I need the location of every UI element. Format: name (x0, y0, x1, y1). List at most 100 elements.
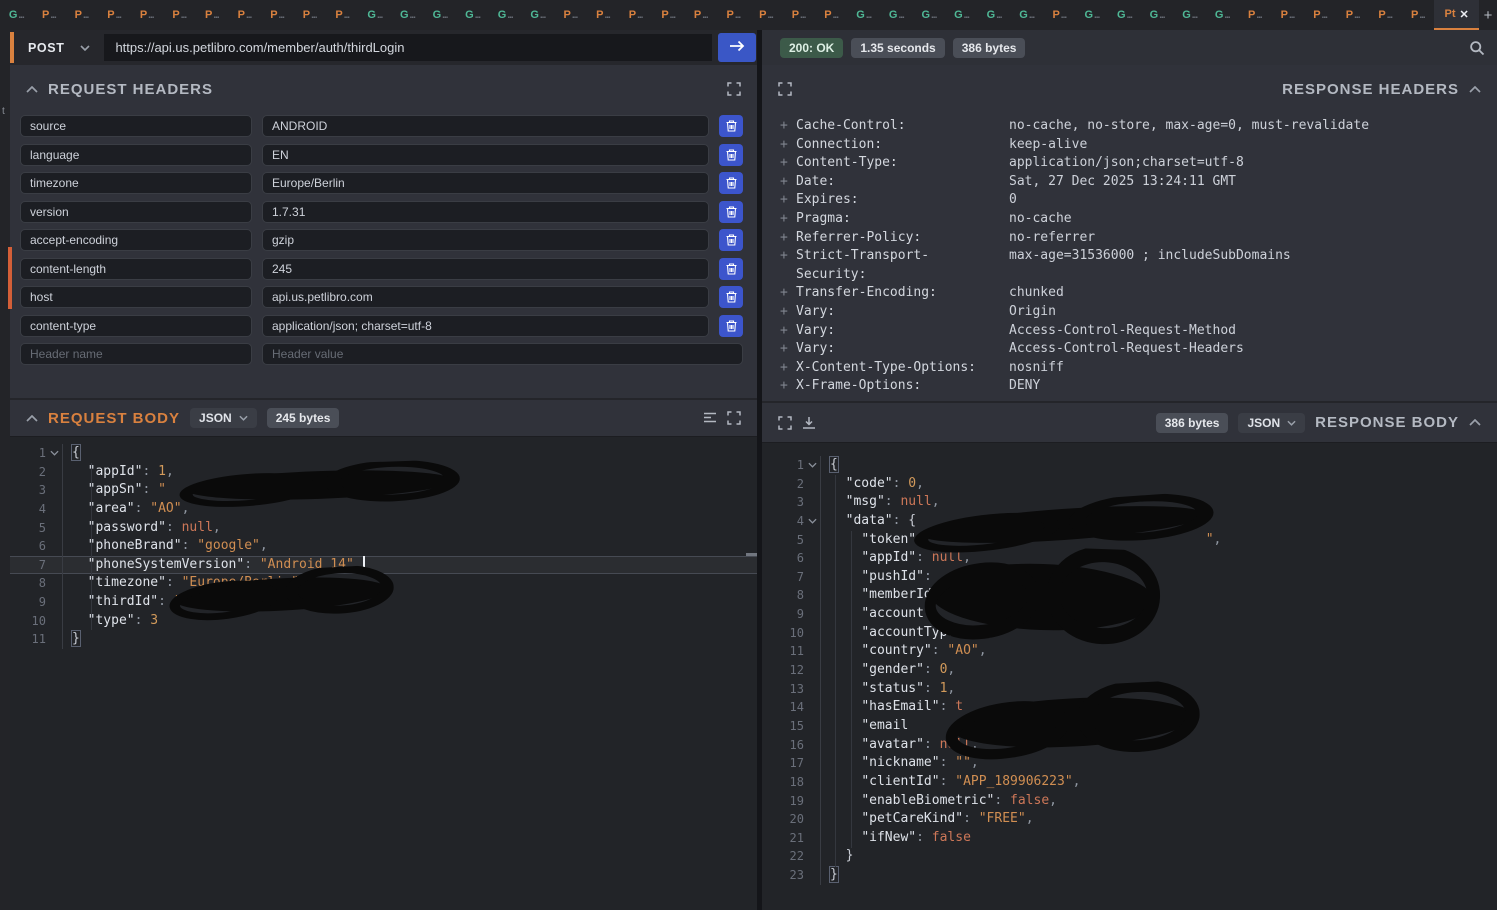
search-icon[interactable] (1469, 40, 1485, 56)
body-format-select[interactable]: JSON (190, 408, 257, 428)
expand-header-icon[interactable]: + (780, 247, 796, 284)
expand-header-icon[interactable]: + (780, 136, 796, 155)
download-body-icon[interactable] (802, 416, 816, 430)
request-tab-get[interactable]: G... (1108, 0, 1141, 30)
expand-header-icon[interactable]: + (780, 210, 796, 229)
request-tab-get[interactable]: G... (424, 0, 457, 30)
request-tab-post[interactable]: P... (326, 0, 359, 30)
header-name-input[interactable] (20, 115, 252, 137)
request-tab-get[interactable]: G... (847, 0, 880, 30)
request-tab-get[interactable]: G... (0, 0, 33, 30)
collapse-section-icon[interactable] (26, 86, 38, 93)
expand-header-icon[interactable]: + (780, 303, 796, 322)
format-body-icon[interactable] (703, 412, 717, 424)
request-tab-get[interactable]: G... (522, 0, 555, 30)
request-tab-post[interactable]: P... (750, 0, 783, 30)
request-tab-post[interactable]: P... (587, 0, 620, 30)
collapse-section-icon[interactable] (26, 415, 38, 422)
request-tab-get[interactable]: G... (1206, 0, 1239, 30)
request-tab-post[interactable]: P... (1369, 0, 1402, 30)
request-tab-get[interactable]: G... (945, 0, 978, 30)
request-tab-post[interactable]: P... (1402, 0, 1435, 30)
fold-chevron-icon[interactable] (804, 518, 820, 524)
delete-header-button[interactable] (719, 258, 743, 280)
request-tab-post[interactable]: P... (652, 0, 685, 30)
delete-header-button[interactable] (719, 115, 743, 137)
request-tab-active[interactable]: Pt✕ (1434, 0, 1479, 30)
request-tab-post[interactable]: P... (33, 0, 66, 30)
expand-header-icon[interactable]: + (780, 284, 796, 303)
header-name-input[interactable] (20, 258, 252, 280)
request-tab-get[interactable]: G... (880, 0, 913, 30)
method-selector[interactable]: POST (16, 41, 104, 55)
request-tab-get[interactable]: G... (1141, 0, 1174, 30)
body-format-select[interactable]: JSON (1238, 413, 1305, 433)
request-tab-get[interactable]: G... (489, 0, 522, 30)
expand-header-icon[interactable]: + (780, 154, 796, 173)
header-name-input[interactable] (20, 172, 252, 194)
editor-scrollbar[interactable] (746, 553, 757, 556)
request-tab-post[interactable]: P... (163, 0, 196, 30)
request-tab-post[interactable]: P... (684, 0, 717, 30)
request-tab-get[interactable]: G... (1173, 0, 1206, 30)
request-tab-post[interactable]: P... (130, 0, 163, 30)
request-tab-post[interactable]: P... (782, 0, 815, 30)
header-value-input[interactable] (262, 172, 709, 194)
delete-header-button[interactable] (719, 144, 743, 166)
expand-header-icon[interactable]: + (780, 359, 796, 378)
header-name-input[interactable] (20, 315, 252, 337)
send-request-button[interactable] (718, 33, 756, 62)
delete-header-button[interactable] (719, 201, 743, 223)
delete-header-button[interactable] (719, 229, 743, 251)
request-tab-post[interactable]: P... (293, 0, 326, 30)
expand-fullscreen-icon[interactable] (727, 82, 741, 96)
request-tab-post[interactable]: P... (1239, 0, 1272, 30)
close-tab-icon[interactable]: ✕ (1460, 8, 1469, 21)
request-tab-get[interactable]: G... (391, 0, 424, 30)
header-value-input[interactable] (262, 315, 709, 337)
expand-header-icon[interactable]: + (780, 377, 796, 396)
collapse-section-icon[interactable] (1469, 86, 1481, 93)
url-input[interactable] (104, 34, 712, 61)
expand-fullscreen-icon[interactable] (727, 411, 741, 425)
request-tab-get[interactable]: G... (978, 0, 1011, 30)
delete-header-button[interactable] (719, 172, 743, 194)
expand-header-icon[interactable]: + (780, 173, 796, 192)
request-tab-get[interactable]: G... (359, 0, 392, 30)
header-name-input[interactable] (20, 229, 252, 251)
request-tab-post[interactable]: P... (261, 0, 294, 30)
header-value-input[interactable] (262, 343, 743, 365)
request-tab-post[interactable]: P... (196, 0, 229, 30)
expand-fullscreen-icon[interactable] (778, 416, 792, 430)
header-name-input[interactable] (20, 144, 252, 166)
fold-chevron-icon[interactable] (804, 462, 820, 468)
request-tab-post[interactable]: P... (1271, 0, 1304, 30)
expand-header-icon[interactable]: + (780, 340, 796, 359)
expand-fullscreen-icon[interactable] (778, 82, 792, 96)
expand-header-icon[interactable]: + (780, 229, 796, 248)
response-body-editor[interactable]: 1{2"code": 0,3"msg": null,4"data": {5"to… (762, 442, 1497, 910)
request-tab-post[interactable]: P... (65, 0, 98, 30)
request-tab-post[interactable]: P... (619, 0, 652, 30)
request-body-editor[interactable]: 1{2"appId": 1,3"appSn": "4"area": "AO",5… (10, 436, 757, 910)
header-value-input[interactable] (262, 286, 709, 308)
new-tab-button[interactable]: + (1479, 0, 1497, 30)
request-tab-post[interactable]: P... (554, 0, 587, 30)
request-tab-post[interactable]: P... (1043, 0, 1076, 30)
delete-header-button[interactable] (719, 286, 743, 308)
request-tab-post[interactable]: P... (717, 0, 750, 30)
request-tab-get[interactable]: G... (1076, 0, 1109, 30)
request-tab-post[interactable]: P... (1304, 0, 1337, 30)
expand-header-icon[interactable]: + (780, 322, 796, 341)
expand-header-icon[interactable]: + (780, 191, 796, 210)
fold-chevron-icon[interactable] (46, 450, 62, 456)
request-tab-get[interactable]: G... (456, 0, 489, 30)
collapse-section-icon[interactable] (1469, 419, 1481, 426)
header-name-input[interactable] (20, 201, 252, 223)
header-value-input[interactable] (262, 258, 709, 280)
request-tab-post[interactable]: P... (98, 0, 131, 30)
request-tab-post[interactable]: P... (228, 0, 261, 30)
header-name-input[interactable] (20, 343, 252, 365)
request-tab-post[interactable]: P... (1336, 0, 1369, 30)
request-tab-get[interactable]: G... (1010, 0, 1043, 30)
